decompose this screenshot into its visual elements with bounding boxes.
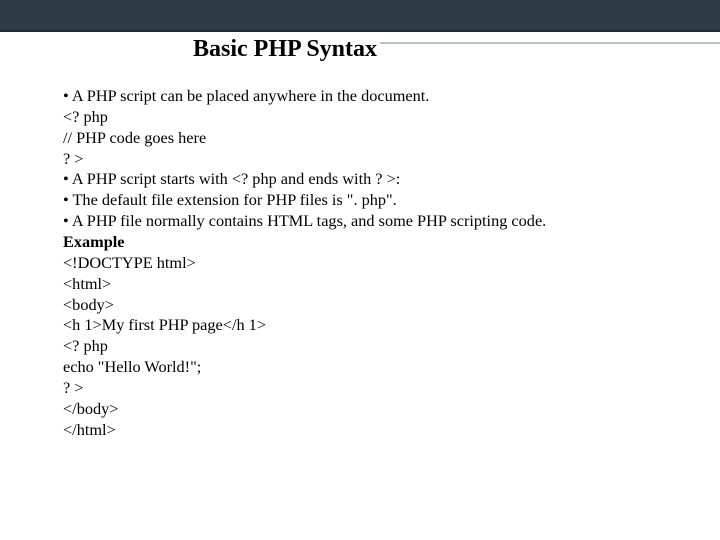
text-line: <!DOCTYPE html> — [63, 253, 663, 274]
text-line: <h 1>My first PHP page</h 1> — [63, 315, 663, 336]
bullet-line: A PHP script can be placed anywhere in t… — [63, 86, 663, 107]
text-line: Example — [63, 232, 663, 253]
bullet-line: The default file extension for PHP files… — [63, 190, 663, 211]
divider-accent — [380, 42, 720, 44]
slide-body: A PHP script can be placed anywhere in t… — [63, 86, 663, 441]
top-bar — [0, 0, 720, 30]
text-line: <body> — [63, 295, 663, 316]
title-area: Basic PHP Syntax — [0, 30, 720, 67]
text-line: ? > — [63, 378, 663, 399]
text-line: ? > — [63, 149, 663, 170]
text-line: <? php — [63, 336, 663, 357]
slide: Basic PHP Syntax A PHP script can be pla… — [0, 0, 720, 540]
bullet-line: A PHP script starts with <? php and ends… — [63, 169, 663, 190]
text-line: </body> — [63, 399, 663, 420]
text-line: </html> — [63, 420, 663, 441]
text-line: // PHP code goes here — [63, 128, 663, 149]
slide-title: Basic PHP Syntax — [0, 30, 720, 67]
text-line: <? php — [63, 107, 663, 128]
bullet-line: A PHP file normally contains HTML tags, … — [63, 211, 663, 232]
text-line: echo "Hello World!"; — [63, 357, 663, 378]
text-line: <html> — [63, 274, 663, 295]
